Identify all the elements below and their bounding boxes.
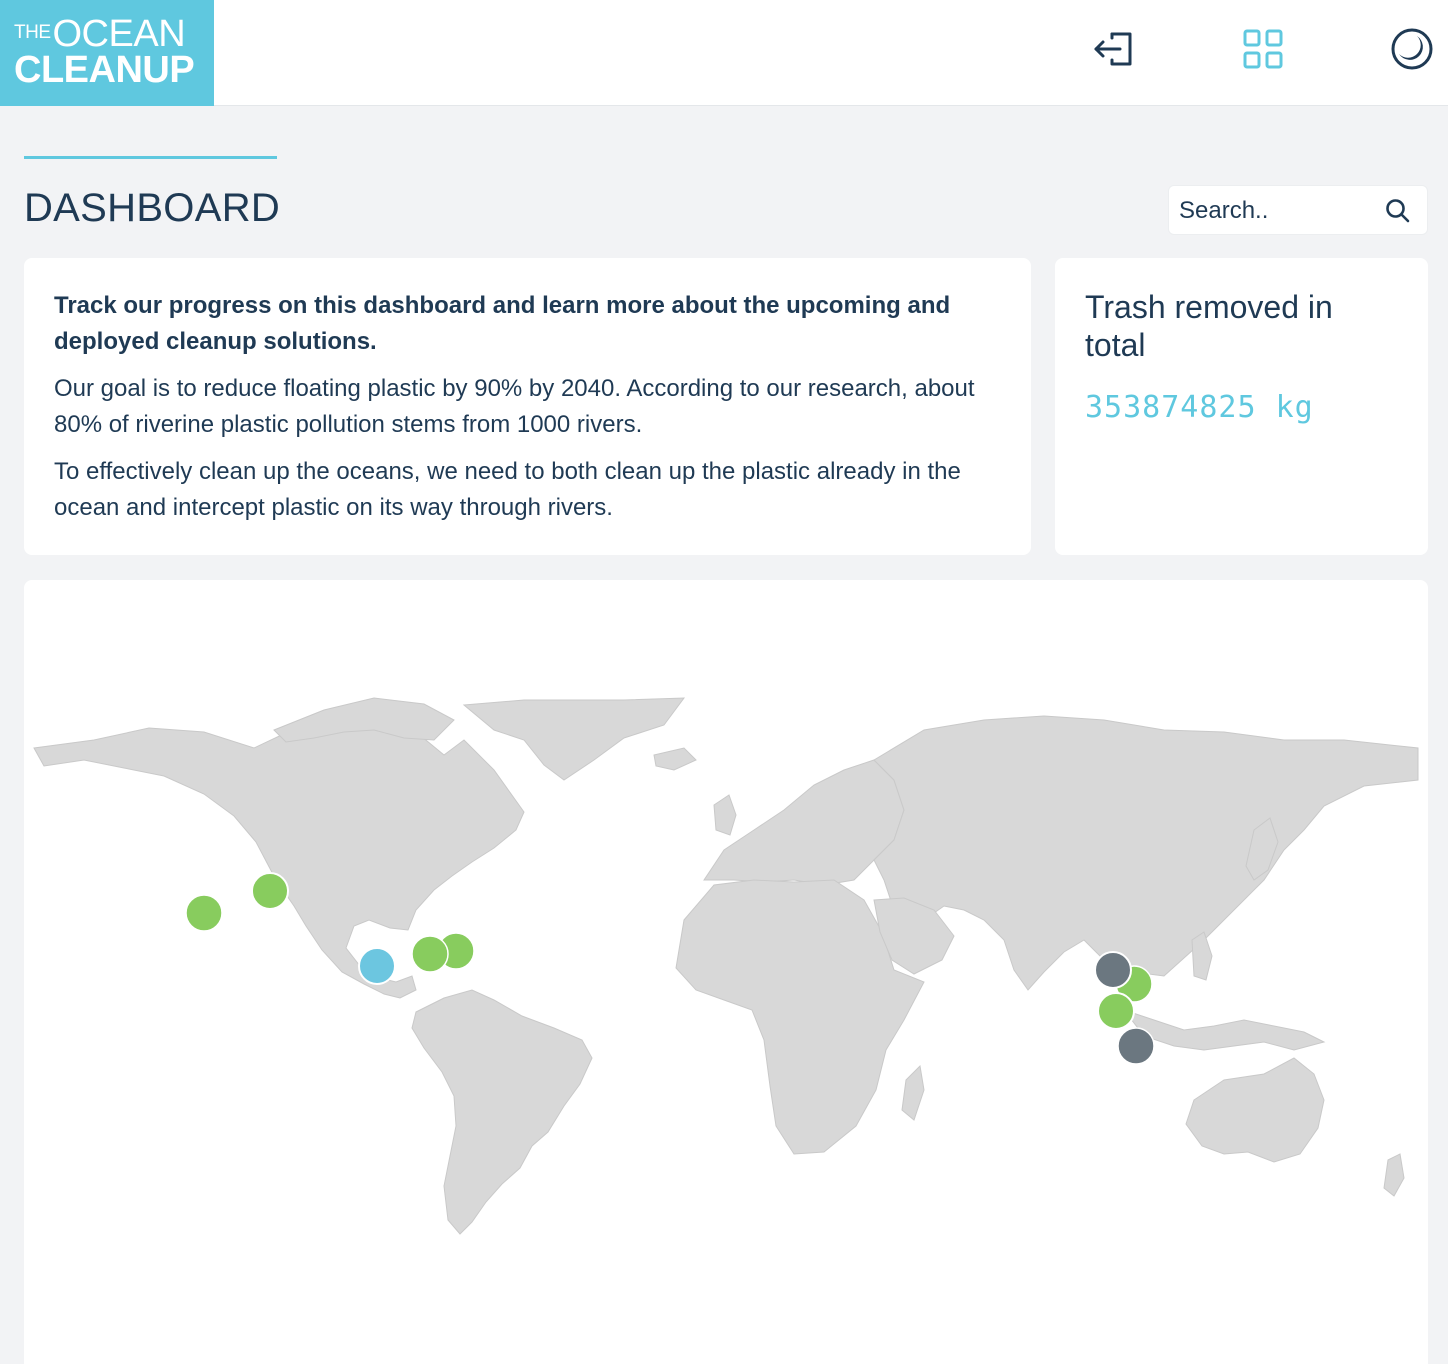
logo-the: THE <box>14 22 51 43</box>
landmass-philippines <box>1191 931 1213 981</box>
logo-ocean: OCEAN <box>52 13 186 55</box>
search-box[interactable] <box>1168 185 1428 235</box>
landmass-new-zealand <box>1383 1153 1405 1197</box>
marker-gray[interactable] <box>1117 1027 1155 1065</box>
marker-green[interactable] <box>251 872 289 910</box>
top-bar: THE OCEAN CLEANUP <box>0 0 1448 106</box>
marker-blue[interactable] <box>358 947 396 985</box>
world-map-card <box>24 580 1428 1364</box>
intro-paragraph-goal: Our goal is to reduce floating plastic b… <box>54 375 975 438</box>
marker-green[interactable] <box>185 894 223 932</box>
title-accent-line <box>24 156 277 159</box>
landmass-australia <box>1185 1057 1325 1163</box>
landmass-uk <box>713 794 737 836</box>
landmass-greenland <box>462 697 686 781</box>
landmass-asia <box>873 715 1419 991</box>
marker-gray[interactable] <box>1094 951 1132 989</box>
ocean-cleanup-logo[interactable]: THE OCEAN CLEANUP <box>0 0 214 106</box>
trash-removed-value: 353874825 kg <box>1085 390 1314 425</box>
intro-card: Track our progress on this dashboard and… <box>24 258 1031 555</box>
search-input[interactable] <box>1179 194 1379 228</box>
intro-lead: Track our progress on this dashboard and… <box>54 292 951 355</box>
marker-green[interactable] <box>1097 992 1135 1030</box>
theme-toggle-icon[interactable] <box>1389 26 1435 72</box>
marker-green[interactable] <box>411 935 449 973</box>
trash-removed-label: Trash removed in total <box>1085 289 1333 363</box>
logout-icon[interactable] <box>1090 26 1136 72</box>
search-icon[interactable] <box>1383 196 1413 226</box>
landmass-iceland <box>653 747 697 771</box>
logo-cleanup: CLEANUP <box>14 49 195 91</box>
trash-removed-card: Trash removed in total 353874825 kg <box>1055 258 1428 555</box>
grid-icon[interactable] <box>1240 26 1286 72</box>
landmass-south-america <box>411 989 593 1235</box>
page-title: DASHBOARD <box>24 186 281 230</box>
landmass-madagascar <box>901 1064 925 1121</box>
intro-paragraph-approach: To effectively clean up the oceans, we n… <box>54 458 961 521</box>
world-map[interactable] <box>24 580 1428 1364</box>
